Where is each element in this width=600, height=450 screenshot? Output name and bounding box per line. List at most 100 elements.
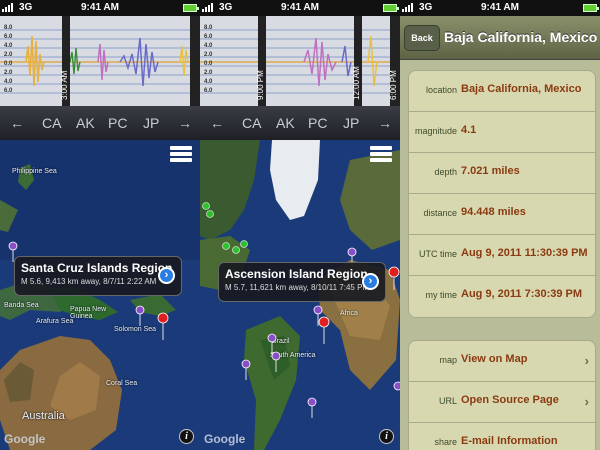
action-view-on-map[interactable]: map View on Map › xyxy=(409,341,595,382)
y-tick: 6.0 xyxy=(4,88,13,94)
satellite-map[interactable]: Philippine Sea Banda Sea Arafura Sea Pap… xyxy=(0,140,200,450)
time-marker: 6:00 PM xyxy=(389,70,398,100)
quake-pin-purple[interactable] xyxy=(267,333,277,354)
detail-key: location xyxy=(425,85,457,95)
quake-pin-purple[interactable] xyxy=(135,305,145,326)
detail-row-utc-time: UTC time Aug 9, 2011 11:30:39 PM xyxy=(409,235,595,276)
action-label: E-mail Information xyxy=(461,435,558,447)
time-marker: 3:00 AM xyxy=(60,70,69,100)
detail-row-depth: depth 7.021 miles xyxy=(409,153,595,194)
y-tick: 6.0 xyxy=(204,88,213,94)
info-icon[interactable]: i xyxy=(379,429,394,444)
quake-callout[interactable]: Ascension Island Region M 5.7, 11,621 km… xyxy=(218,262,386,302)
detail-key: distance xyxy=(423,208,457,218)
quake-pin-red[interactable] xyxy=(318,316,330,344)
quake-pin-red[interactable] xyxy=(157,312,169,340)
filter-ak[interactable]: AK xyxy=(76,115,95,131)
y-tick: 2.0 xyxy=(204,70,213,76)
quake-pin-purple[interactable] xyxy=(241,359,251,380)
quake-pin-red[interactable] xyxy=(388,266,400,290)
quake-pin-green[interactable] xyxy=(232,246,240,254)
back-button[interactable]: Back xyxy=(404,25,440,51)
filter-pc[interactable]: PC xyxy=(108,115,127,131)
quake-pin-purple[interactable] xyxy=(271,351,281,372)
detail-value: Aug 9, 2011 11:30:39 PM xyxy=(461,247,588,259)
action-key: map xyxy=(439,355,457,365)
y-tick: 4.0 xyxy=(204,79,213,85)
next-arrow-icon[interactable]: → xyxy=(178,115,192,131)
y-tick: 6.0 xyxy=(204,34,213,40)
filter-ca[interactable]: CA xyxy=(242,115,261,131)
detail-value: Baja California, Mexico xyxy=(461,83,582,95)
time-marker: 12:00 AM xyxy=(352,66,361,100)
prev-arrow-icon[interactable]: ← xyxy=(210,115,224,131)
detail-value: 94.448 miles xyxy=(461,206,526,218)
satellite-map[interactable]: Africa Brazil South America Ascension Is… xyxy=(200,140,400,450)
quake-pin-green[interactable] xyxy=(222,242,230,250)
callout-subtitle: M 5.7, 11,621 km away, 8/10/11 7:45 PM xyxy=(225,283,370,292)
status-bar: 3G 9:41 AM xyxy=(0,0,200,16)
google-logo: Google xyxy=(204,432,246,446)
filter-ak[interactable]: AK xyxy=(276,115,295,131)
seismogram[interactable]: 8.0 6.0 4.0 2.0 0.0 2.0 4.0 6.0 9:00 PM … xyxy=(200,16,400,106)
y-tick: 4.0 xyxy=(4,79,13,85)
clock: 9:41 AM xyxy=(481,2,519,13)
y-tick: 4.0 xyxy=(4,43,13,49)
filter-jp[interactable]: JP xyxy=(343,115,359,131)
y-tick: 6.0 xyxy=(4,34,13,40)
status-bar: 3G 9:41 AM xyxy=(200,0,400,16)
callout-subtitle: M 5.6, 9,413 km away, 8/7/11 2:22 AM xyxy=(21,277,157,286)
quake-pin-purple[interactable] xyxy=(307,397,317,418)
status-bar: 3G 9:41 AM xyxy=(400,0,600,16)
next-arrow-icon[interactable]: → xyxy=(378,115,392,131)
page-title: Baja California, Mexico xyxy=(444,29,598,45)
action-label: View on Map xyxy=(461,353,528,365)
action-email-information[interactable]: share E-mail Information xyxy=(409,423,595,450)
y-tick: 8.0 xyxy=(204,25,213,31)
y-axis-ticks: 8.0 6.0 4.0 2.0 0.0 2.0 4.0 6.0 xyxy=(204,24,212,96)
chevron-right-icon: › xyxy=(584,353,589,368)
filter-ca[interactable]: CA xyxy=(42,115,61,131)
y-tick: 0.0 xyxy=(4,61,13,67)
callout-title: Santa Cruz Islands Region xyxy=(21,261,173,275)
nav-bar: Back Baja California, Mexico xyxy=(400,16,600,60)
action-label: Open Source Page xyxy=(461,394,559,406)
region-filter-bar: ← CA AK PC JP → xyxy=(0,106,200,140)
quake-callout[interactable]: Santa Cruz Islands Region M 5.6, 9,413 k… xyxy=(14,256,182,296)
detail-value: 7.021 miles xyxy=(461,165,520,177)
action-key: share xyxy=(434,437,457,447)
quake-pin-green[interactable] xyxy=(206,210,214,218)
detail-key: depth xyxy=(434,167,457,177)
filter-pc[interactable]: PC xyxy=(308,115,327,131)
y-tick: 4.0 xyxy=(204,43,213,49)
detail-key: my time xyxy=(425,290,458,300)
y-tick: 2.0 xyxy=(204,52,213,58)
info-icon[interactable]: i xyxy=(179,429,194,444)
action-key: URL xyxy=(438,396,457,406)
y-axis-ticks: 8.0 6.0 4.0 2.0 0.0 2.0 4.0 6.0 xyxy=(4,24,12,96)
battery-icon xyxy=(583,4,599,12)
actions-group: map View on Map › URL Open Source Page ›… xyxy=(408,340,596,450)
prev-arrow-icon[interactable]: ← xyxy=(10,115,24,131)
quake-pin-green[interactable] xyxy=(202,202,210,210)
screen-quake-map-pacific: 3G 9:41 AM 8.0 6.0 4.0 2.0 0.0 2.0 4.0 6… xyxy=(0,0,200,450)
google-logo: Google xyxy=(4,432,46,446)
region-filter-bar: ← CA AK PC JP → xyxy=(200,106,400,140)
y-tick: 0.0 xyxy=(204,61,213,67)
action-open-source-page[interactable]: URL Open Source Page › xyxy=(409,382,595,423)
quake-pin-green[interactable] xyxy=(240,240,248,248)
time-marker: 9:00 PM xyxy=(256,70,265,100)
callout-title: Ascension Island Region xyxy=(225,267,368,281)
chevron-right-icon: › xyxy=(584,394,589,409)
screen-quake-details: 3G 9:41 AM Back Baja California, Mexico … xyxy=(400,0,600,450)
seismogram[interactable]: 8.0 6.0 4.0 2.0 0.0 2.0 4.0 6.0 3:00 AM xyxy=(0,16,200,106)
detail-key: UTC time xyxy=(419,249,457,259)
battery-icon xyxy=(383,4,399,12)
details-group: location Baja California, Mexico magnitu… xyxy=(408,70,596,318)
detail-row-my-time: my time Aug 9, 2011 7:30:39 PM xyxy=(409,276,595,317)
disclosure-icon[interactable]: › xyxy=(158,267,175,284)
screen-quake-map-atlantic: 3G 9:41 AM 8.0 6.0 4.0 2.0 0.0 2.0 4.0 6… xyxy=(200,0,400,450)
disclosure-icon[interactable]: › xyxy=(362,273,379,290)
filter-jp[interactable]: JP xyxy=(143,115,159,131)
detail-row-distance: distance 94.448 miles xyxy=(409,194,595,235)
